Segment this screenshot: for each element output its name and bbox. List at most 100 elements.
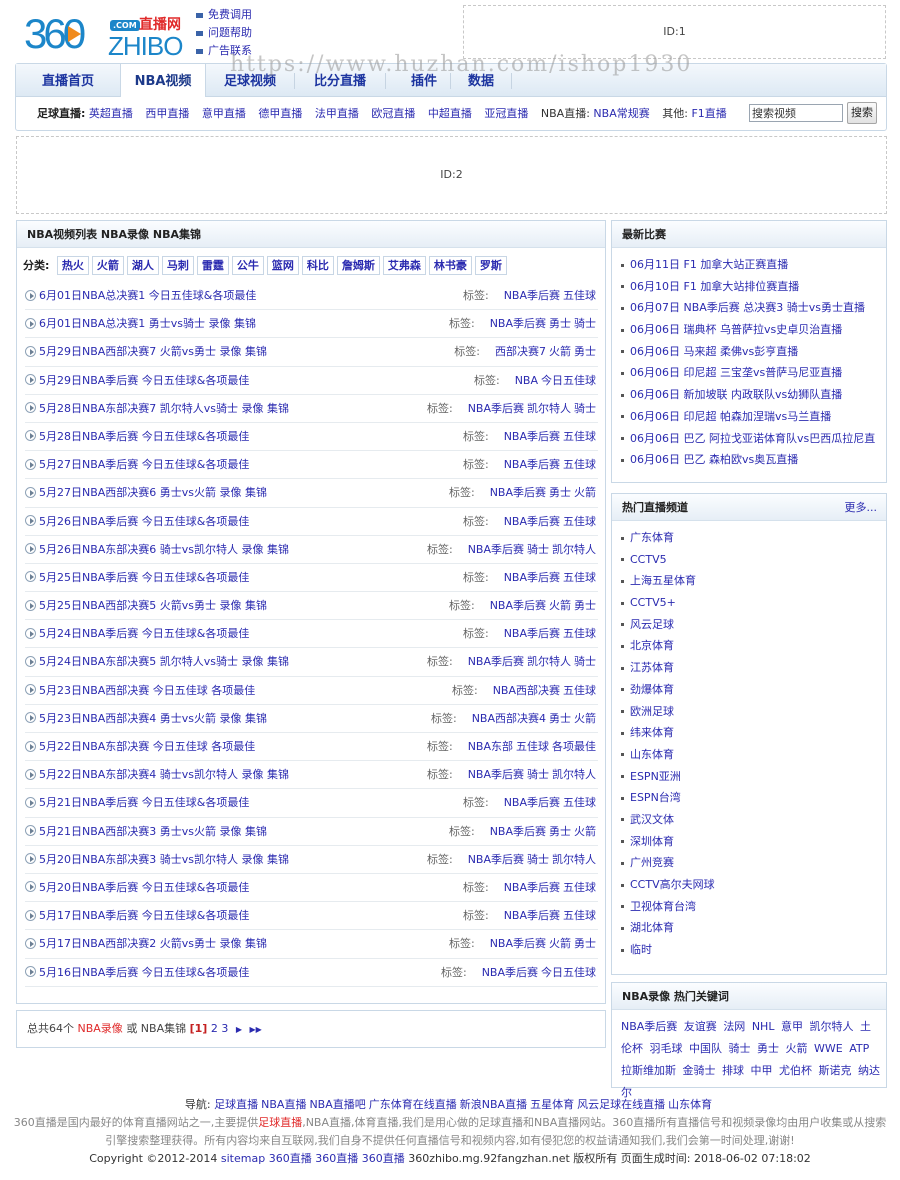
tag-link[interactable]: 今日五佳球: [541, 966, 596, 979]
video-title-link[interactable]: 5月22日NBA东部决赛4 骑士vs凯尔特人 录像 集锦: [39, 768, 289, 781]
channel-link[interactable]: 深圳体育: [630, 835, 674, 848]
tag-link[interactable]: 勇士: [549, 712, 571, 725]
footer-nav-link[interactable]: 足球直播: [214, 1098, 258, 1111]
ad-slot-2[interactable]: ID:2: [16, 136, 887, 214]
video-title-link[interactable]: 5月27日NBA西部决赛6 勇士vs火箭 录像 集锦: [39, 486, 267, 499]
latest-match-link[interactable]: 06月07日 NBA季后赛 总决赛3 骑士vs勇士直播: [630, 301, 865, 314]
tab-home[interactable]: 直播首页: [16, 64, 120, 97]
sub-link-epl[interactable]: 英超直播: [89, 107, 133, 120]
latest-match-link[interactable]: 06月06日 印尼超 三宝垄vs普萨马尼亚直播: [630, 366, 842, 379]
keyword-link[interactable]: ATP: [849, 1042, 869, 1055]
latest-match-link[interactable]: 06月06日 巴乙 阿拉戈亚诺体育队vs巴西瓜拉尼直: [630, 432, 875, 445]
footer-brand-link[interactable]: 360直播: [362, 1152, 405, 1165]
tag-link[interactable]: 五佳球: [563, 571, 596, 584]
quick-link[interactable]: 免费调用: [196, 6, 252, 24]
footer-nav-link[interactable]: NBA直播吧: [309, 1098, 365, 1111]
tag-link[interactable]: NBA季后赛: [504, 909, 560, 922]
tag-link[interactable]: 五佳球: [563, 430, 596, 443]
keyword-link[interactable]: 中国队: [689, 1042, 722, 1055]
video-title-link[interactable]: 5月16日NBA季后赛 今日五佳球&各项最佳: [39, 966, 249, 979]
tag-link[interactable]: NBA季后赛: [490, 599, 546, 612]
sub-link-ligue1[interactable]: 法甲直播: [315, 107, 359, 120]
channel-link[interactable]: 纬来体育: [630, 726, 674, 739]
tag-link[interactable]: 勇士: [549, 825, 571, 838]
sub-link-csl[interactable]: 中超直播: [428, 107, 472, 120]
channel-link[interactable]: 广州竞赛: [630, 856, 674, 869]
keyword-link[interactable]: 金骑士: [683, 1064, 716, 1077]
tag-link[interactable]: NBA季后赛: [468, 768, 524, 781]
keyword-link[interactable]: NBA季后赛: [621, 1020, 677, 1033]
tag-link[interactable]: 五佳球: [563, 627, 596, 640]
category-tag[interactable]: 艾弗森: [382, 256, 426, 275]
channel-link[interactable]: 欧洲足球: [630, 705, 674, 718]
footer-nav-link[interactable]: 新浪NBA直播: [460, 1098, 527, 1111]
tag-link[interactable]: 五佳球: [516, 740, 549, 753]
footer-nav-link[interactable]: NBA直播: [261, 1098, 306, 1111]
channel-link[interactable]: 湖北体育: [630, 921, 674, 934]
video-title-link[interactable]: 5月23日NBA西部决赛 今日五佳球 各项最佳: [39, 684, 255, 697]
tag-link[interactable]: 各项最佳: [552, 740, 596, 753]
category-tag[interactable]: 林书豪: [428, 256, 472, 275]
channel-link[interactable]: 风云足球: [630, 618, 674, 631]
latest-match-link[interactable]: 06月10日 F1 加拿大站排位赛直播: [630, 280, 799, 293]
tag-link[interactable]: 五佳球: [563, 796, 596, 809]
tag-link[interactable]: NBA: [515, 374, 538, 387]
keyword-link[interactable]: 凯尔特人: [809, 1020, 853, 1033]
tag-link[interactable]: 骑士: [574, 655, 596, 668]
more-link[interactable]: 更多...: [845, 494, 878, 522]
tag-link[interactable]: NBA季后赛: [504, 289, 560, 302]
category-tag[interactable]: 马刺: [161, 256, 194, 275]
quick-link-free[interactable]: 免费调用: [208, 8, 252, 21]
search-input[interactable]: [749, 104, 843, 122]
channel-link[interactable]: 劲爆体育: [630, 683, 674, 696]
tag-link[interactable]: 五佳球: [563, 515, 596, 528]
latest-match-link[interactable]: 06月06日 瑞典杯 乌普萨拉vs史卓贝治直播: [630, 323, 842, 336]
channel-link[interactable]: CCTV5+: [630, 596, 676, 609]
tag-link[interactable]: NBA季后赛: [468, 853, 524, 866]
quick-link-ads[interactable]: 广告联系: [208, 44, 252, 57]
latest-match-link[interactable]: 06月11日 F1 加拿大站正赛直播: [630, 258, 788, 271]
tag-link[interactable]: 今日五佳球: [541, 374, 596, 387]
tag-link[interactable]: NBA季后赛: [504, 430, 560, 443]
tag-link[interactable]: 火箭: [574, 825, 596, 838]
tag-link[interactable]: 火箭: [549, 599, 571, 612]
keyword-link[interactable]: 中甲: [751, 1064, 773, 1077]
tab-nba-video[interactable]: NBA视频: [120, 63, 206, 97]
video-title-link[interactable]: 5月22日NBA东部决赛 今日五佳球 各项最佳: [39, 740, 255, 753]
tag-link[interactable]: NBA季后赛: [504, 881, 560, 894]
sub-link-bundesliga[interactable]: 德甲直播: [258, 107, 302, 120]
footer-brand-link[interactable]: 360直播: [315, 1152, 358, 1165]
tag-link[interactable]: NBA东部: [468, 740, 513, 753]
keyword-link[interactable]: 勇士: [757, 1042, 779, 1055]
tag-link[interactable]: 五佳球: [563, 289, 596, 302]
footer-nav-link[interactable]: 广东体育在线直播: [369, 1098, 457, 1111]
video-title-link[interactable]: 5月24日NBA季后赛 今日五佳球&各项最佳: [39, 627, 249, 640]
tag-link[interactable]: NBA季后赛: [490, 317, 546, 330]
category-tag[interactable]: 火箭: [91, 256, 124, 275]
tag-link[interactable]: NBA季后赛: [482, 966, 538, 979]
channel-link[interactable]: 广东体育: [630, 531, 674, 544]
channel-link[interactable]: CCTV5: [630, 553, 667, 566]
keyword-link[interactable]: 羽毛球: [650, 1042, 683, 1055]
channel-link[interactable]: CCTV高尔夫网球: [630, 878, 715, 891]
channel-link[interactable]: 武汉文体: [630, 813, 674, 826]
keyword-link[interactable]: 尤伯杯: [779, 1064, 812, 1077]
keyword-link[interactable]: 友谊赛: [684, 1020, 717, 1033]
search-button[interactable]: 搜索: [847, 102, 877, 124]
latest-match-link[interactable]: 06月06日 马来超 柔佛vs彭亨直播: [630, 345, 798, 358]
category-tag[interactable]: 詹姆斯: [336, 256, 380, 275]
video-title-link[interactable]: 5月28日NBA东部决赛7 凯尔特人vs骑士 录像 集锦: [39, 402, 289, 415]
category-tag[interactable]: 湖人: [126, 256, 159, 275]
quick-link[interactable]: 问题帮助: [196, 24, 252, 42]
video-title-link[interactable]: 5月25日NBA西部决赛5 火箭vs勇士 录像 集锦: [39, 599, 267, 612]
tag-link[interactable]: 五佳球: [563, 909, 596, 922]
tag-link[interactable]: 骑士: [527, 853, 549, 866]
tag-link[interactable]: NBA季后赛: [504, 796, 560, 809]
tag-link[interactable]: NBA季后赛: [490, 825, 546, 838]
category-tag[interactable]: 雷霆: [196, 256, 229, 275]
tag-link[interactable]: 凯尔特人: [527, 655, 571, 668]
tag-link[interactable]: 勇士: [549, 317, 571, 330]
tag-link[interactable]: NBA季后赛: [490, 937, 546, 950]
tag-link[interactable]: 凯尔特人: [552, 853, 596, 866]
tag-link[interactable]: 骑士: [527, 543, 549, 556]
